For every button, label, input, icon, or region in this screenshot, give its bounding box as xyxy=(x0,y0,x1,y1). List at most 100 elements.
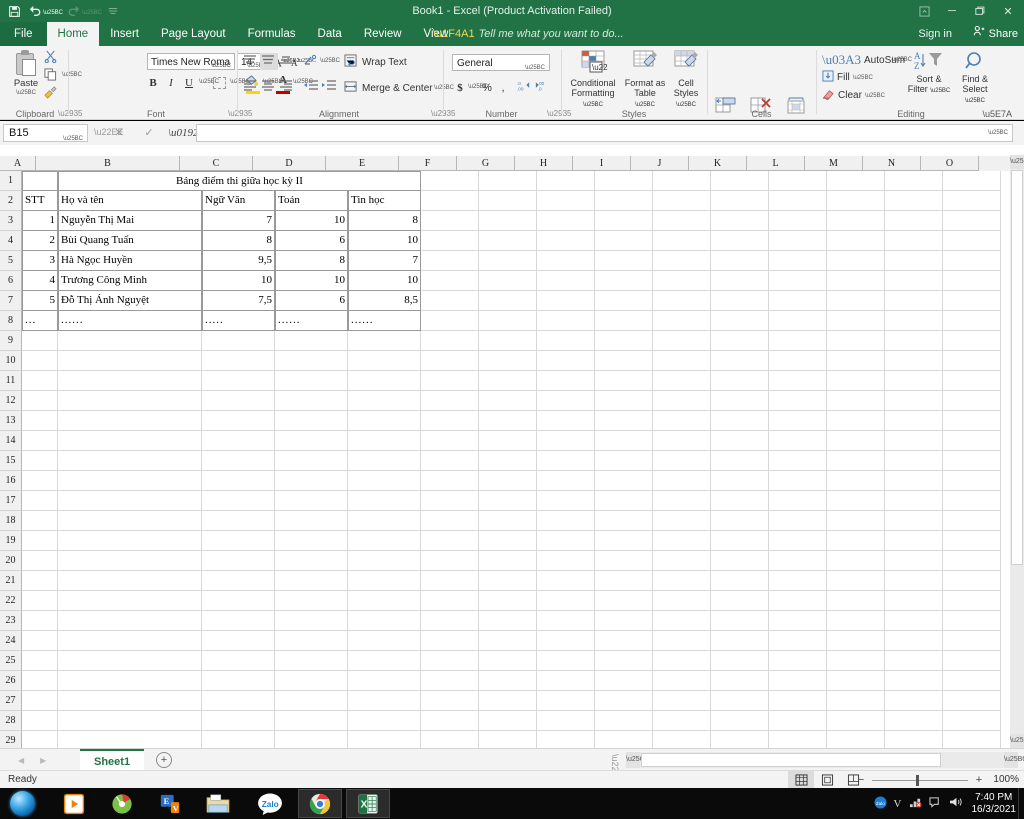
cell-A22[interactable] xyxy=(22,591,58,611)
cell-C11[interactable] xyxy=(202,371,275,391)
cell-E11[interactable] xyxy=(348,371,421,391)
taskbar-chrome[interactable] xyxy=(298,789,342,818)
cell-F25[interactable] xyxy=(421,651,479,671)
cell-K6[interactable] xyxy=(711,271,769,291)
cell-O12[interactable] xyxy=(943,391,1001,411)
cell-F11[interactable] xyxy=(421,371,479,391)
row-header-17[interactable]: 17 xyxy=(0,491,22,511)
cell-G8[interactable] xyxy=(479,311,537,331)
cell-A14[interactable] xyxy=(22,431,58,451)
cell-K5[interactable] xyxy=(711,251,769,271)
cell-M6[interactable] xyxy=(827,271,885,291)
cell-O8[interactable] xyxy=(943,311,1001,331)
row-header-8[interactable]: 8 xyxy=(0,311,22,331)
cell-C15[interactable] xyxy=(202,451,275,471)
cell-M2[interactable] xyxy=(827,191,885,211)
cell-G13[interactable] xyxy=(479,411,537,431)
cell-N22[interactable] xyxy=(885,591,943,611)
cell-H4[interactable] xyxy=(537,231,595,251)
taskbar-clock[interactable]: 7:40 PM 16/3/2021 xyxy=(972,792,1017,816)
cell-N27[interactable] xyxy=(885,691,943,711)
cell-L15[interactable] xyxy=(769,451,827,471)
cell-E25[interactable] xyxy=(348,651,421,671)
cell-A20[interactable] xyxy=(22,551,58,571)
cell-H10[interactable] xyxy=(537,351,595,371)
row-header-16[interactable]: 16 xyxy=(0,471,22,491)
cell-K13[interactable] xyxy=(711,411,769,431)
cell-L22[interactable] xyxy=(769,591,827,611)
merge-center-button[interactable]: Merge & Center xyxy=(344,80,433,96)
cell-H14[interactable] xyxy=(537,431,595,451)
cell-I2[interactable] xyxy=(595,191,653,211)
cell-K4[interactable] xyxy=(711,231,769,251)
cell-H7[interactable] xyxy=(537,291,595,311)
cell-H23[interactable] xyxy=(537,611,595,631)
show-desktop-button[interactable] xyxy=(1018,788,1024,819)
cell-A5[interactable]: 3 xyxy=(22,251,58,271)
cell-B28[interactable] xyxy=(58,711,202,731)
cell-I5[interactable] xyxy=(595,251,653,271)
cell-C5[interactable]: 9,5 xyxy=(202,251,275,271)
cell-H3[interactable] xyxy=(537,211,595,231)
cell-J5[interactable] xyxy=(653,251,711,271)
cell-J23[interactable] xyxy=(653,611,711,631)
bold-button[interactable]: B xyxy=(144,74,162,92)
cell-G4[interactable] xyxy=(479,231,537,251)
cell-G11[interactable] xyxy=(479,371,537,391)
cell-F12[interactable] xyxy=(421,391,479,411)
cell-F20[interactable] xyxy=(421,551,479,571)
cell-G9[interactable] xyxy=(479,331,537,351)
cell-L7[interactable] xyxy=(769,291,827,311)
cell-N4[interactable] xyxy=(885,231,943,251)
cell-A25[interactable] xyxy=(22,651,58,671)
row-header-9[interactable]: 9 xyxy=(0,331,22,351)
row-header-4[interactable]: 4 xyxy=(0,231,22,251)
font-name-input[interactable]: Times New Roma \u25BC xyxy=(147,53,235,70)
cell-M3[interactable] xyxy=(827,211,885,231)
cell-C6[interactable]: 10 xyxy=(202,271,275,291)
page-layout-view-button[interactable] xyxy=(814,771,840,789)
cell-F23[interactable] xyxy=(421,611,479,631)
cell-J9[interactable] xyxy=(653,331,711,351)
cell-B22[interactable] xyxy=(58,591,202,611)
column-header-K[interactable]: K xyxy=(689,156,747,171)
cell-B8[interactable]: ...... xyxy=(58,311,202,331)
cell-H6[interactable] xyxy=(537,271,595,291)
cell-A11[interactable] xyxy=(22,371,58,391)
cell-D15[interactable] xyxy=(275,451,348,471)
cell-D13[interactable] xyxy=(275,411,348,431)
cell-L17[interactable] xyxy=(769,491,827,511)
cell-A29[interactable] xyxy=(22,731,58,748)
cell-E12[interactable] xyxy=(348,391,421,411)
cell-G27[interactable] xyxy=(479,691,537,711)
cell-B16[interactable] xyxy=(58,471,202,491)
tab-home[interactable]: Home xyxy=(46,22,100,46)
cell-I28[interactable] xyxy=(595,711,653,731)
cell-M8[interactable] xyxy=(827,311,885,331)
underline-button[interactable]: U xyxy=(180,74,198,92)
cell-L9[interactable] xyxy=(769,331,827,351)
cell-D16[interactable] xyxy=(275,471,348,491)
italic-button[interactable]: I xyxy=(162,74,180,92)
increase-indent-button[interactable] xyxy=(321,79,339,96)
cell-G7[interactable] xyxy=(479,291,537,311)
cell-A15[interactable] xyxy=(22,451,58,471)
cell-B11[interactable] xyxy=(58,371,202,391)
cell-J26[interactable] xyxy=(653,671,711,691)
normal-view-button[interactable] xyxy=(788,771,814,789)
cell-L25[interactable] xyxy=(769,651,827,671)
cell-N7[interactable] xyxy=(885,291,943,311)
cancel-entry-button[interactable]: ✕ xyxy=(108,125,130,141)
row-header-26[interactable]: 26 xyxy=(0,671,22,691)
cell-H2[interactable] xyxy=(537,191,595,211)
cell-I15[interactable] xyxy=(595,451,653,471)
cell-I22[interactable] xyxy=(595,591,653,611)
cell-B24[interactable] xyxy=(58,631,202,651)
cell-M18[interactable] xyxy=(827,511,885,531)
name-box[interactable]: B15 \u25BC xyxy=(3,124,88,142)
cell-A10[interactable] xyxy=(22,351,58,371)
cell-A7[interactable]: 5 xyxy=(22,291,58,311)
cell-I16[interactable] xyxy=(595,471,653,491)
currency-button[interactable]: $ xyxy=(453,79,467,97)
cell-L10[interactable] xyxy=(769,351,827,371)
